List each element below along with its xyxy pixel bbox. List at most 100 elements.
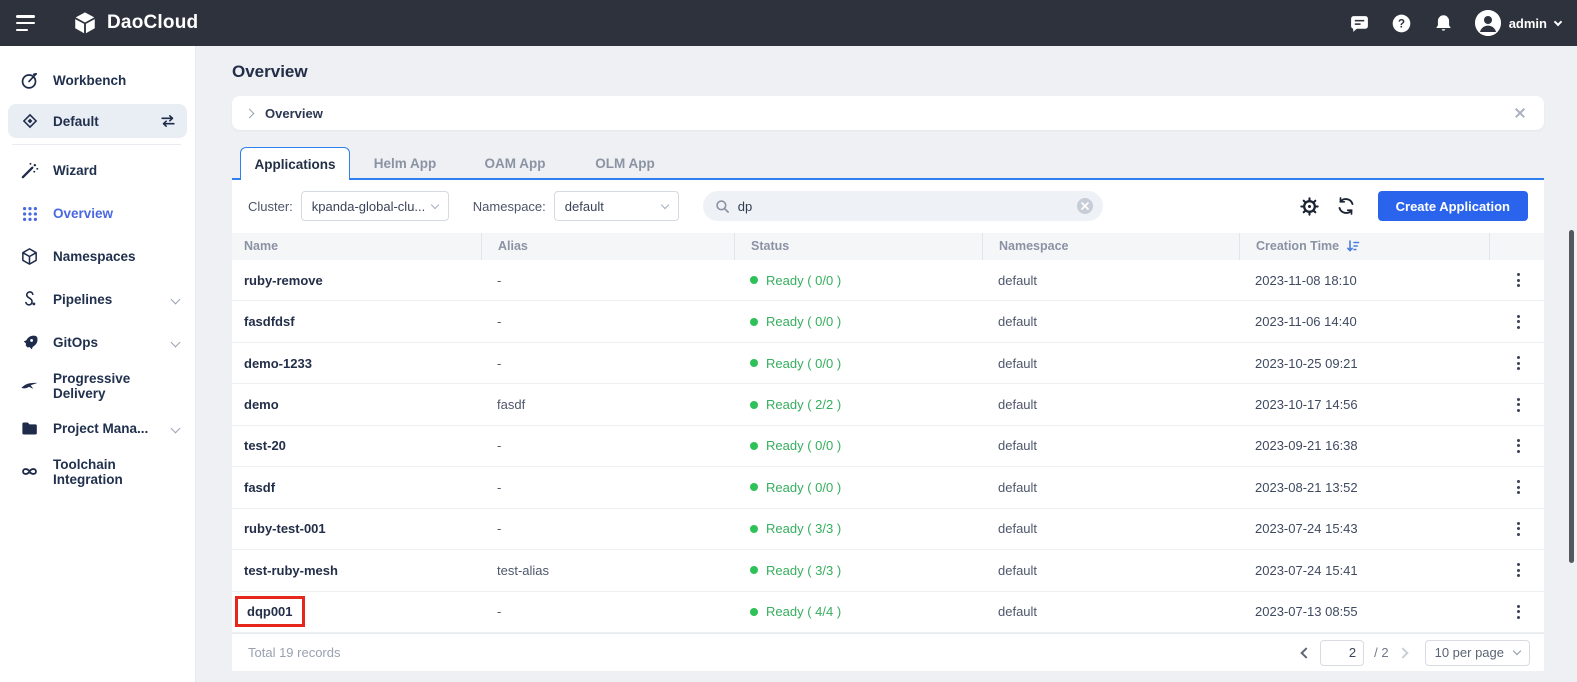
app-created: 2023-07-24 15:43 xyxy=(1255,521,1358,537)
status-dot xyxy=(750,483,758,492)
search-input[interactable] xyxy=(737,198,1069,214)
row-actions-kebab-icon[interactable] xyxy=(1501,273,1544,288)
brand-logo[interactable]: DaoCloud xyxy=(72,10,198,36)
user-avatar xyxy=(1474,10,1501,36)
user-menu[interactable]: admin xyxy=(1474,10,1563,36)
app-status: Ready ( 0/0 ) xyxy=(734,273,982,288)
tab-olm-app[interactable]: OLM App xyxy=(570,147,680,180)
settings-gear-icon[interactable] xyxy=(1300,196,1320,216)
vertical-scrollbar[interactable] xyxy=(1569,230,1574,563)
namespace-select-value: default xyxy=(564,198,604,214)
app-status: Ready ( 2/2 ) xyxy=(734,397,982,412)
app-namespace: default xyxy=(998,355,1038,371)
app-namespace: default xyxy=(998,314,1038,330)
app-namespace: default xyxy=(998,397,1038,413)
row-actions-kebab-icon[interactable] xyxy=(1501,356,1544,371)
cluster-select[interactable]: kpanda-global-clu... xyxy=(300,191,449,222)
switch-workspace-icon[interactable] xyxy=(158,112,177,131)
app-status: Ready ( 0/0 ) xyxy=(734,314,982,329)
tab-helm-app[interactable]: Helm App xyxy=(350,147,460,180)
app-status: Ready ( 0/0 ) xyxy=(734,480,982,495)
app-status: Ready ( 3/3 ) xyxy=(734,521,982,536)
app-namespace: default xyxy=(998,272,1038,288)
breadcrumb: Overview xyxy=(232,96,1544,130)
bird-icon xyxy=(20,376,39,395)
sidebar-item-project-management[interactable]: Project Mana... xyxy=(0,407,195,450)
column-header-namespace[interactable]: Namespace xyxy=(982,232,1239,260)
per-page-value: 10 per page xyxy=(1434,645,1504,661)
chevron-down-icon xyxy=(430,200,440,210)
app-alias: test-alias xyxy=(497,562,550,578)
clear-search-icon[interactable] xyxy=(1076,198,1093,215)
table-row: fasdf - Ready ( 0/0 ) default 2023-08-21… xyxy=(232,467,1544,509)
table-row: dqp001 - Ready ( 4/4 ) default 2023-07-1… xyxy=(232,591,1544,634)
column-header-status[interactable]: Status xyxy=(734,232,982,260)
app-name[interactable]: test-20 xyxy=(232,438,481,453)
namespace-select[interactable]: default xyxy=(553,191,679,222)
close-icon[interactable] xyxy=(1510,103,1530,123)
column-header-alias[interactable]: Alias xyxy=(481,232,734,260)
app-name[interactable]: ruby-remove xyxy=(232,273,481,288)
table-row: demo-1233 - Ready ( 0/0 ) default 2023-1… xyxy=(232,342,1544,385)
notifications-bell-icon[interactable] xyxy=(1433,12,1455,34)
app-status: Ready ( 0/0 ) xyxy=(734,438,982,453)
sidebar-item-label: Workbench xyxy=(53,72,127,88)
breadcrumb-item[interactable]: Overview xyxy=(265,106,323,121)
row-actions-kebab-icon[interactable] xyxy=(1501,314,1544,329)
status-dot xyxy=(750,317,758,326)
page-total: / 2 xyxy=(1374,645,1389,661)
row-actions-kebab-icon[interactable] xyxy=(1501,397,1544,412)
page-title: Overview xyxy=(232,62,308,81)
help-icon[interactable]: ? xyxy=(1391,12,1413,34)
sidebar-item-pipelines[interactable]: Pipelines xyxy=(0,278,195,321)
tab-applications[interactable]: Applications xyxy=(240,147,350,180)
row-actions-kebab-icon[interactable] xyxy=(1501,521,1544,536)
previous-page-icon[interactable] xyxy=(1300,646,1312,659)
table-row: test-ruby-mesh test-alias Ready ( 3/3 ) … xyxy=(232,550,1544,592)
status-dot xyxy=(750,607,758,616)
sidebar-item-progressive-delivery[interactable]: Progressive Delivery xyxy=(0,364,195,407)
row-actions-kebab-icon[interactable] xyxy=(1501,480,1544,495)
page-number-input[interactable] xyxy=(1320,639,1365,666)
row-actions-kebab-icon[interactable] xyxy=(1501,563,1544,578)
app-name[interactable]: demo-1233 xyxy=(232,356,481,371)
sidebar-item-workbench[interactable]: Workbench xyxy=(0,60,195,100)
per-page-select[interactable]: 10 per page xyxy=(1424,639,1530,666)
row-actions-kebab-icon[interactable] xyxy=(1501,604,1544,619)
row-actions-kebab-icon[interactable] xyxy=(1501,438,1544,453)
chevron-down-icon xyxy=(170,294,181,305)
app-namespace: default xyxy=(998,479,1038,495)
sidebar-item-default-workspace[interactable]: Default xyxy=(8,104,187,138)
create-application-button[interactable]: Create Application xyxy=(1377,191,1528,222)
sort-descending-icon[interactable] xyxy=(1346,239,1360,253)
sidebar-item-overview[interactable]: Overview xyxy=(0,192,195,235)
app-name[interactable]: test-ruby-mesh xyxy=(232,563,481,578)
sidebar-item-namespaces[interactable]: Namespaces xyxy=(0,235,195,278)
sidebar-item-wizard[interactable]: Wizard xyxy=(0,149,195,192)
sidebar-divider xyxy=(12,144,181,145)
sidebar-item-label: Wizard xyxy=(53,163,98,178)
message-icon[interactable] xyxy=(1349,12,1371,34)
app-name[interactable]: fasdfdsf xyxy=(232,314,481,329)
app-alias: - xyxy=(497,272,502,288)
app-created: 2023-08-21 13:52 xyxy=(1255,479,1358,495)
app-status: Ready ( 0/0 ) xyxy=(734,356,982,371)
refresh-icon[interactable] xyxy=(1336,196,1356,216)
column-header-creation-time[interactable]: Creation Time xyxy=(1239,232,1489,260)
app-name[interactable]: fasdf xyxy=(232,480,481,495)
folder-icon xyxy=(20,419,39,438)
tab-oam-app[interactable]: OAM App xyxy=(460,147,570,180)
table-header: Name Alias Status Namespace Creation Tim… xyxy=(232,232,1544,260)
next-page-icon[interactable] xyxy=(1396,646,1409,659)
sidebar-item-toolchain-integration[interactable]: Toolchain Integration xyxy=(0,450,195,493)
sidebar-item-gitops[interactable]: GitOps xyxy=(0,321,195,364)
column-header-name[interactable]: Name xyxy=(232,233,481,260)
chevron-down-icon xyxy=(1512,646,1522,656)
app-name[interactable]: demo xyxy=(232,397,481,412)
pagination: / 2 10 per page xyxy=(1300,639,1530,666)
brand-name: DaoCloud xyxy=(107,12,199,33)
search-box xyxy=(702,191,1103,222)
app-name[interactable]: ruby-test-001 xyxy=(232,521,481,536)
app-name[interactable]: dqp001 xyxy=(232,596,481,628)
hamburger-menu-icon[interactable] xyxy=(16,15,36,31)
